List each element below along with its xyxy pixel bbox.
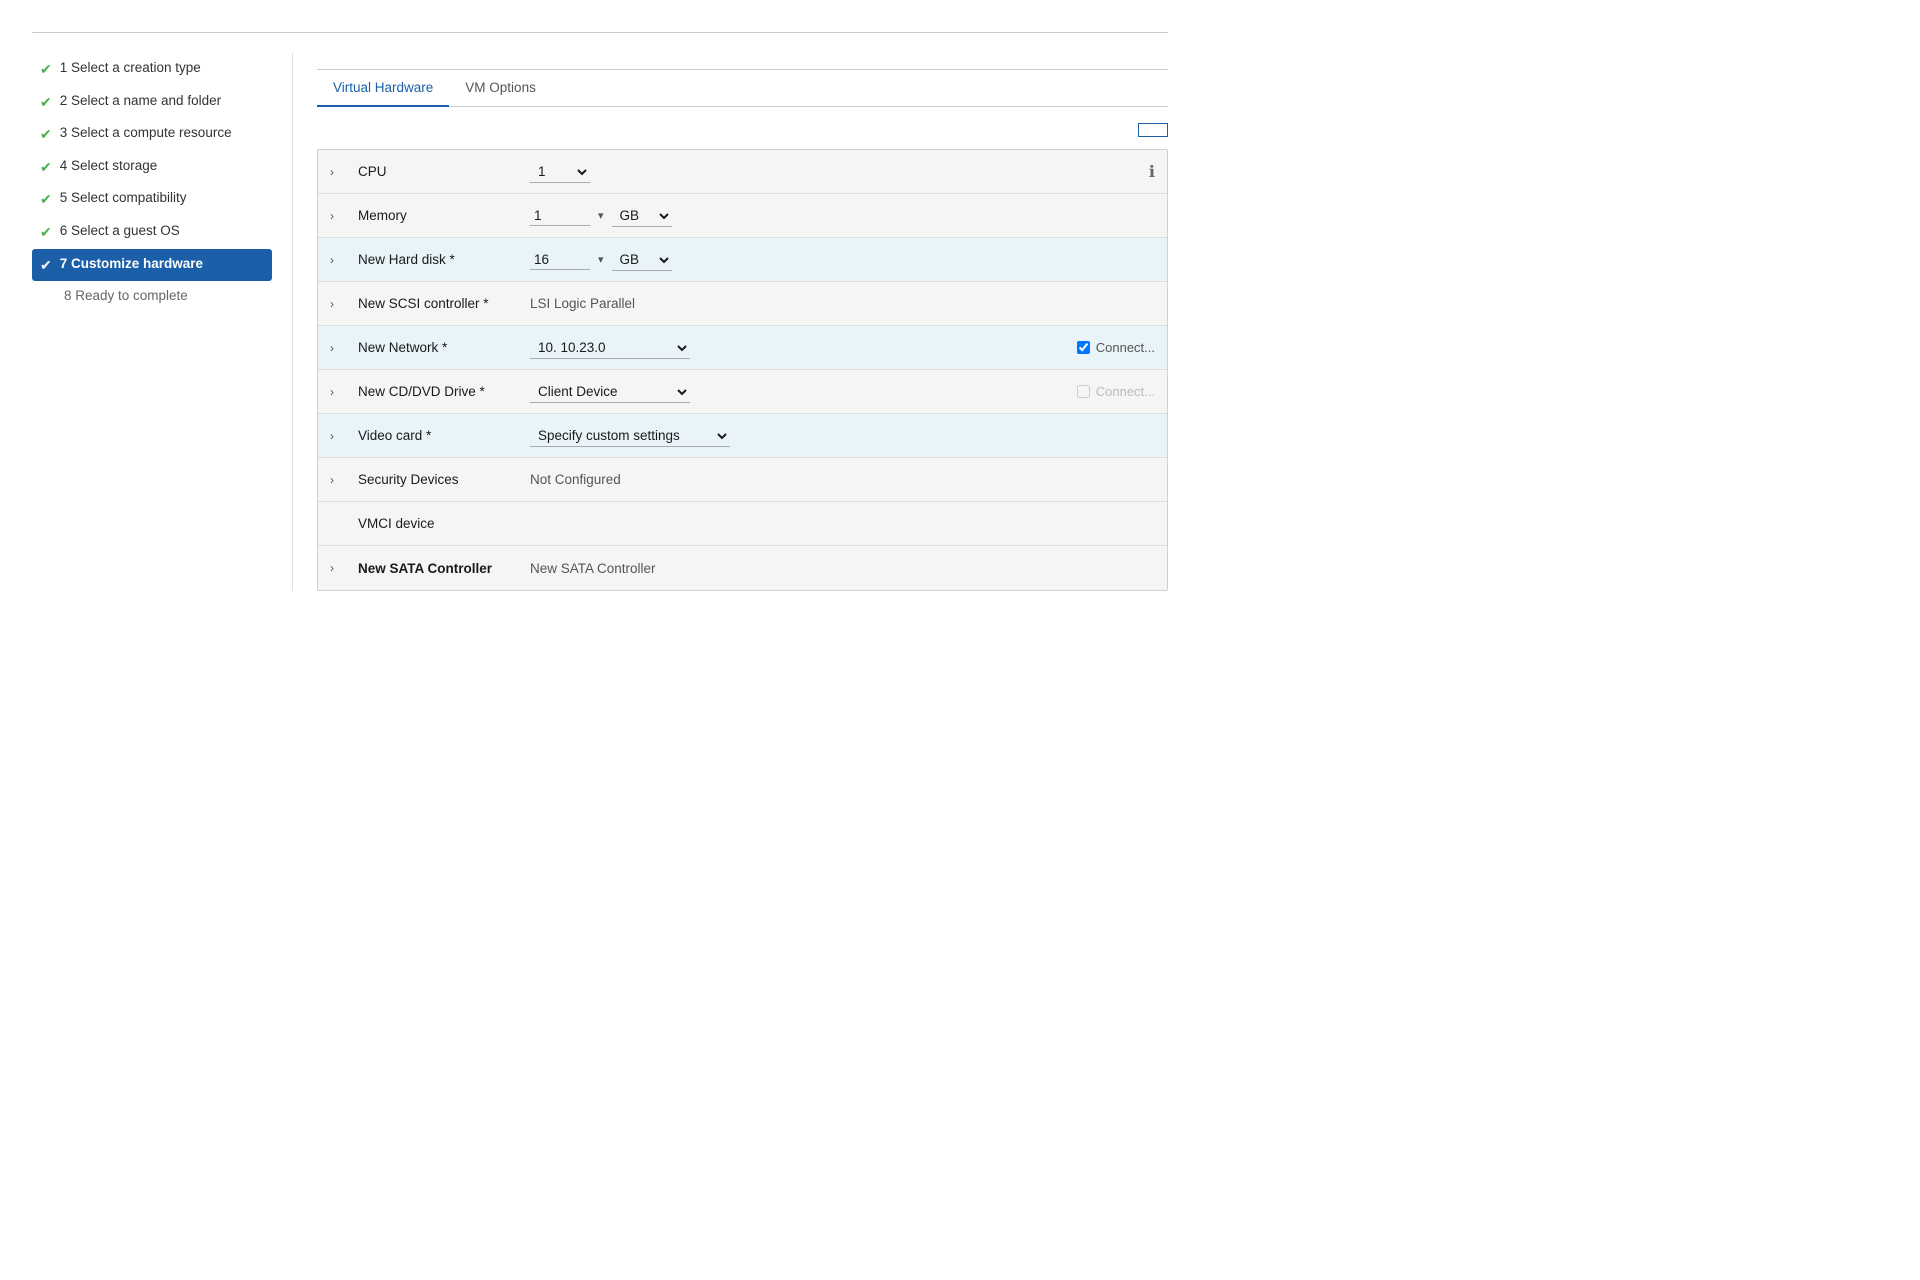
- hw-row-sata-row: › New SATA Controller New SATA Controller: [318, 546, 1167, 590]
- hw-label: New SCSI controller *: [358, 296, 518, 311]
- hw-label: New Network *: [358, 340, 518, 355]
- video-row-select[interactable]: Specify custom settings: [530, 425, 730, 447]
- check-icon: ✔: [40, 223, 52, 243]
- expand-chevron-icon[interactable]: ›: [330, 297, 346, 311]
- expand-chevron-icon[interactable]: ›: [330, 561, 346, 575]
- hw-row-cpu-row: ›CPU1ℹ: [318, 150, 1167, 194]
- check-icon: ✔: [40, 158, 52, 178]
- content-area: Virtual HardwareVM Options ›CPU1ℹ›Memory…: [292, 53, 1168, 591]
- cddvd-row-connect-label: Connect...: [1096, 384, 1155, 399]
- hardware-table: ›CPU1ℹ›Memory▾GB›New Hard disk *▾GB›New …: [317, 149, 1168, 591]
- cddvd-row-connect-checkbox: [1077, 385, 1090, 398]
- hw-label: Security Devices: [358, 472, 518, 487]
- hw-row-scsi-row: › New SCSI controller * LSI Logic Parallel: [318, 282, 1167, 326]
- sata-row-value: New SATA Controller: [530, 561, 656, 576]
- sidebar-item-step8: 8 Ready to complete: [32, 281, 272, 312]
- hard-disk-row-unit-select[interactable]: GB: [612, 249, 672, 271]
- hw-row-network-row: › New Network * 10. 10.23.0 Connect...: [318, 326, 1167, 370]
- network-row-connect-checkbox[interactable]: [1077, 341, 1090, 354]
- sidebar-item-step3[interactable]: ✔ 3 Select a compute resource: [32, 118, 272, 151]
- expand-chevron-icon[interactable]: ›: [330, 473, 346, 487]
- sidebar-item-step1[interactable]: ✔ 1 Select a creation type: [32, 53, 272, 86]
- memory-row-unit-select[interactable]: GB: [612, 205, 672, 227]
- sidebar-item-step2[interactable]: ✔ 2 Select a name and folder: [32, 86, 272, 119]
- expand-chevron-icon[interactable]: ›: [330, 209, 346, 223]
- sidebar-item-label: 3 Select a compute resource: [60, 124, 232, 143]
- security-row-value: Not Configured: [530, 472, 621, 487]
- memory-row-input[interactable]: [530, 206, 590, 226]
- connect-area: Connect...: [1077, 340, 1155, 355]
- tabs-container: Virtual HardwareVM Options: [317, 70, 1168, 107]
- sidebar-item-step5[interactable]: ✔ 5 Select compatibility: [32, 183, 272, 216]
- hard-disk-row-input[interactable]: [530, 250, 590, 270]
- hw-row-vmci-row: VMCI device: [318, 502, 1167, 546]
- expand-chevron-icon[interactable]: ›: [330, 341, 346, 355]
- sidebar-item-label: 8 Ready to complete: [64, 287, 188, 306]
- hw-label: VMCI device: [358, 516, 518, 531]
- network-row-connect-label: Connect...: [1096, 340, 1155, 355]
- hw-row-security-row: › Security Devices Not Configured: [318, 458, 1167, 502]
- title-divider: [32, 32, 1168, 33]
- tab-vm-options[interactable]: VM Options: [449, 70, 552, 107]
- sidebar-item-label: 5 Select compatibility: [60, 189, 187, 208]
- value-dropdown-icon[interactable]: ▾: [598, 253, 604, 266]
- sidebar-item-step7[interactable]: ✔ 7 Customize hardware: [32, 249, 272, 282]
- hw-controls: LSI Logic Parallel: [530, 296, 1155, 311]
- hw-controls: ▾ GB: [530, 249, 1155, 271]
- tab-virtual-hardware[interactable]: Virtual Hardware: [317, 70, 449, 107]
- hw-row-video-row: › Video card * Specify custom settings: [318, 414, 1167, 458]
- sidebar: ✔ 1 Select a creation type ✔ 2 Select a nam…: [32, 53, 292, 591]
- hw-label: CPU: [358, 164, 518, 179]
- hw-controls: New SATA Controller: [530, 561, 1155, 576]
- hw-controls: 10. 10.23.0 Connect...: [530, 337, 1155, 359]
- hw-label: New CD/DVD Drive *: [358, 384, 518, 399]
- hw-label: New Hard disk *: [358, 252, 518, 267]
- hw-controls: ▾ GB: [530, 205, 1155, 227]
- hw-row-hard-disk-row: › New Hard disk * ▾ GB: [318, 238, 1167, 282]
- cpu-select[interactable]: 1: [530, 161, 590, 183]
- hw-label: New SATA Controller: [358, 561, 518, 576]
- check-icon: ✔: [40, 60, 52, 80]
- check-icon: ✔: [40, 256, 52, 276]
- check-icon: ✔: [40, 190, 52, 210]
- sidebar-item-label: 4 Select storage: [60, 157, 158, 176]
- expand-chevron-icon[interactable]: ›: [330, 385, 346, 399]
- hw-controls: Client Device Connect...: [530, 381, 1155, 403]
- hw-row-cddvd-row: › New CD/DVD Drive * Client Device Connect.…: [318, 370, 1167, 414]
- sidebar-item-step6[interactable]: ✔ 6 Select a guest OS: [32, 216, 272, 249]
- sidebar-item-step4[interactable]: ✔ 4 Select storage: [32, 151, 272, 184]
- connect-area: Connect...: [1077, 384, 1155, 399]
- sidebar-item-label: 6 Select a guest OS: [60, 222, 180, 241]
- sidebar-item-label: 7 Customize hardware: [60, 255, 203, 274]
- toolbar: [317, 123, 1168, 137]
- hw-row-memory-row: › Memory ▾ GB: [318, 194, 1167, 238]
- expand-chevron-icon[interactable]: ›: [330, 429, 346, 443]
- hw-controls: Specify custom settings: [530, 425, 1155, 447]
- check-icon: ✔: [40, 125, 52, 145]
- add-device-button[interactable]: [1138, 123, 1168, 137]
- expand-chevron-icon[interactable]: ›: [330, 253, 346, 267]
- sidebar-item-label: 2 Select a name and folder: [60, 92, 221, 111]
- hw-controls: Not Configured: [530, 472, 1155, 487]
- info-icon[interactable]: ℹ: [1149, 162, 1155, 182]
- sidebar-item-label: 1 Select a creation type: [60, 59, 201, 78]
- network-row-select[interactable]: 10. 10.23.0: [530, 337, 690, 359]
- value-dropdown-icon[interactable]: ▾: [598, 209, 604, 222]
- hw-controls: 1ℹ: [530, 161, 1155, 183]
- expand-chevron-icon[interactable]: ›: [330, 165, 346, 179]
- hw-label: Video card *: [358, 428, 518, 443]
- check-icon: ✔: [40, 93, 52, 113]
- cddvd-row-select[interactable]: Client Device: [530, 381, 690, 403]
- scsi-row-value: LSI Logic Parallel: [530, 296, 635, 311]
- hw-label: Memory: [358, 208, 518, 223]
